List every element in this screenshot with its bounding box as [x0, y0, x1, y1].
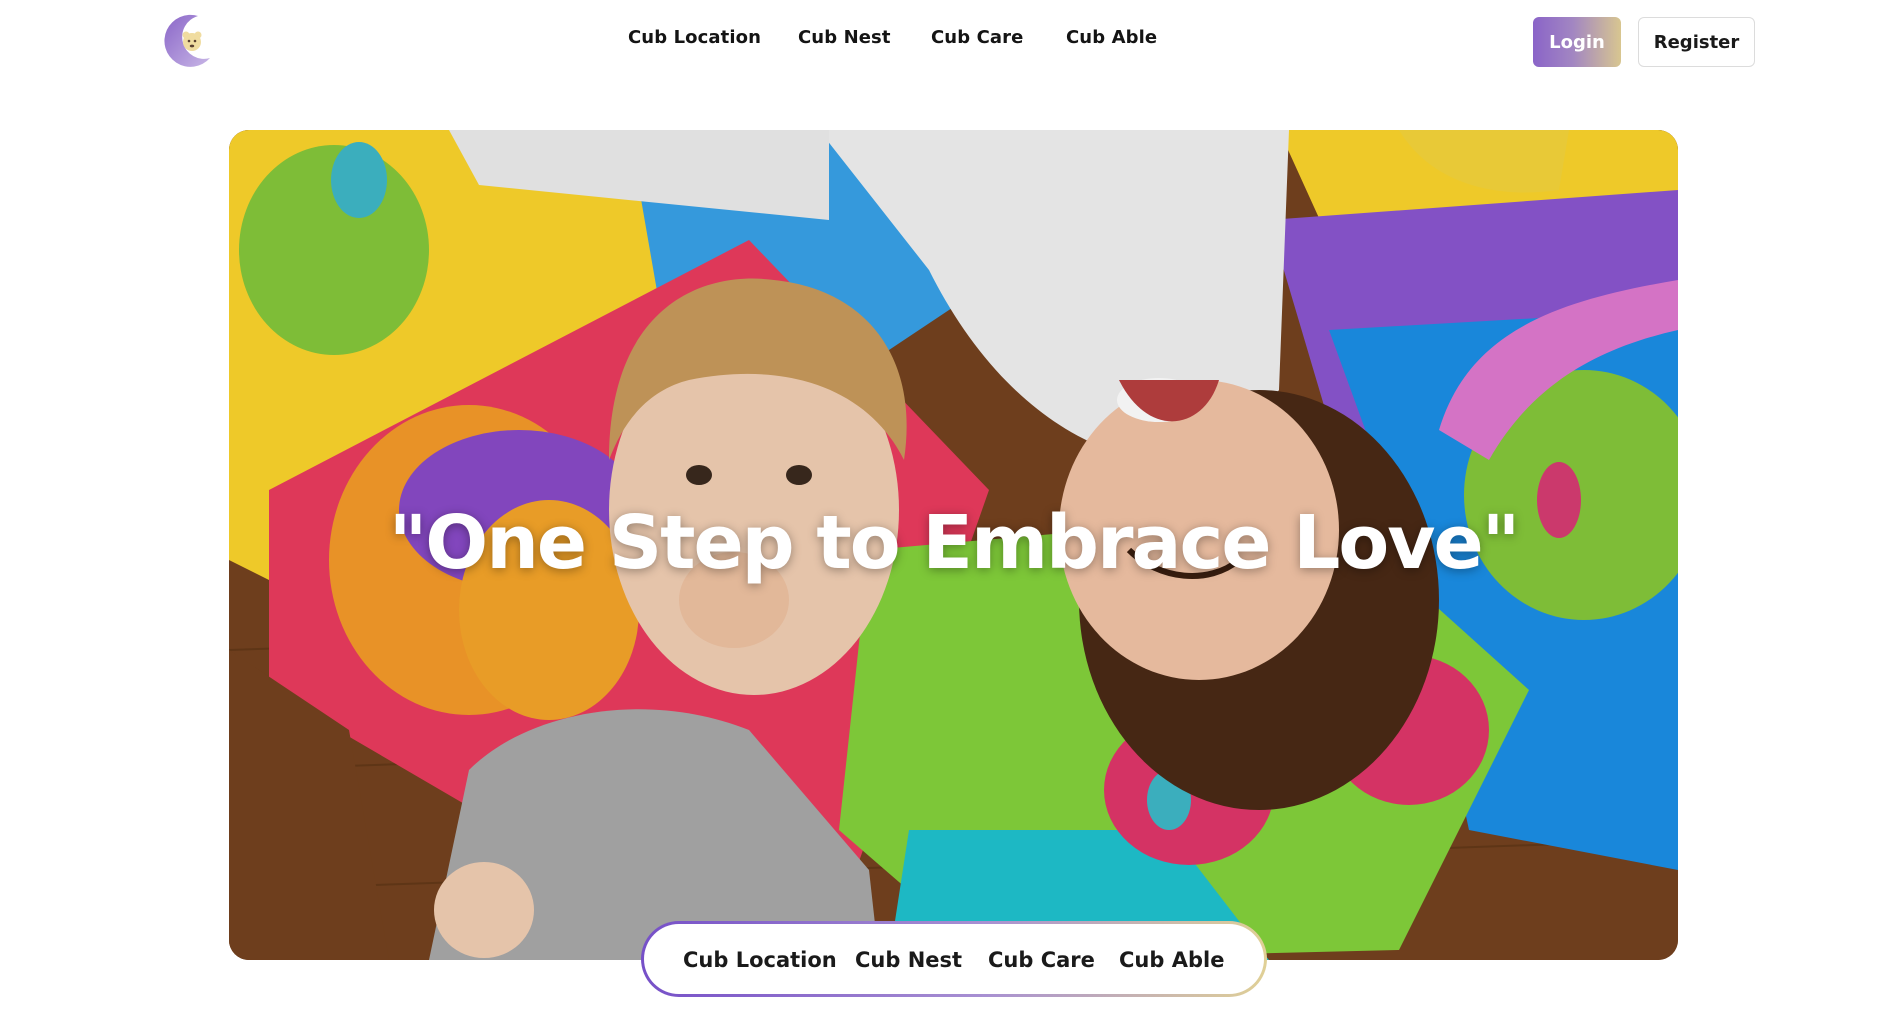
pill-nav-cub-able[interactable]: Cub Able	[1119, 948, 1224, 972]
hero-banner: "One Step to Embrace Love"	[229, 130, 1678, 960]
nav-cub-location[interactable]: Cub Location	[628, 27, 761, 48]
pill-nav-cub-location[interactable]: Cub Location	[683, 948, 837, 972]
register-button[interactable]: Register	[1638, 17, 1755, 67]
hero-headline: "One Step to Embrace Love"	[388, 500, 1521, 586]
pill-nav-inner: Cub Location Cub Nest Cub Care Cub Able	[644, 924, 1264, 994]
nav-cub-care[interactable]: Cub Care	[931, 27, 1023, 48]
pill-nav-cub-nest[interactable]: Cub Nest	[855, 948, 962, 972]
login-button[interactable]: Login	[1533, 17, 1621, 67]
pill-nav: Cub Location Cub Nest Cub Care Cub Able	[641, 921, 1267, 997]
nav-cub-able[interactable]: Cub Able	[1066, 27, 1157, 48]
pill-nav-cub-care[interactable]: Cub Care	[988, 948, 1095, 972]
nav-cub-nest[interactable]: Cub Nest	[798, 27, 891, 48]
